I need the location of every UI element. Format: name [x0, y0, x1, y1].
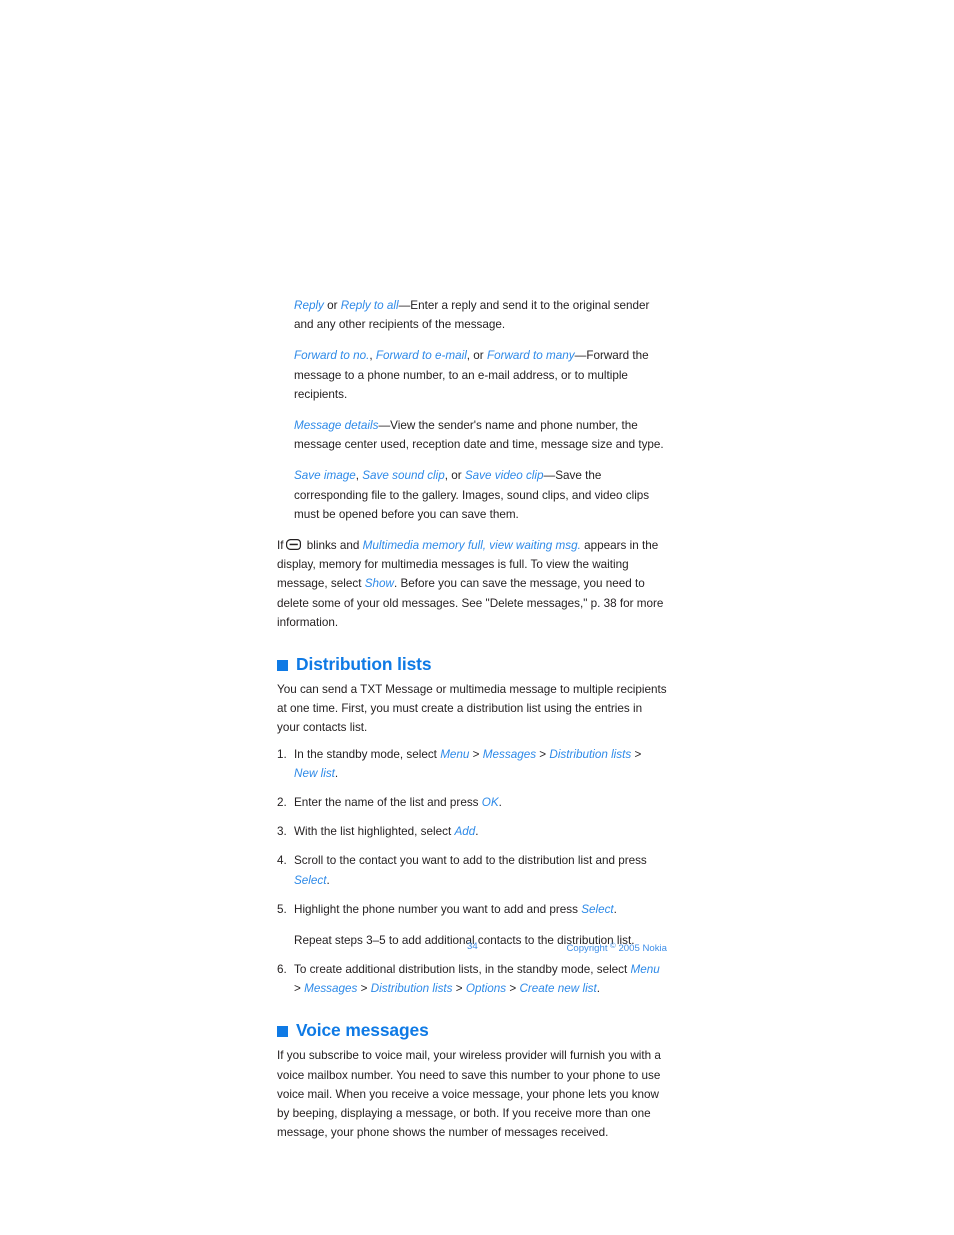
square-bullet-icon [277, 1025, 288, 1037]
ui-term-forward-to-email: Forward to e-mail [375, 349, 467, 363]
distribution-lists-steps-continued: 6. To create additional distribution list… [277, 960, 667, 998]
ui-term-new-list: New list [294, 766, 335, 780]
step-item: 6. To create additional distribution list… [277, 960, 667, 998]
static-text: > [631, 747, 642, 761]
static-text: > [294, 982, 305, 996]
ui-term-distribution-lists: Distribution lists [370, 982, 453, 996]
note-after-icon-text: blinks and [306, 539, 360, 553]
step-number: 3. [277, 825, 287, 839]
ui-term-message-details: Message details [294, 419, 379, 433]
static-text: > [357, 982, 371, 996]
ui-term-show: Show [364, 577, 394, 591]
step-number: 6. [277, 962, 287, 976]
copyright-symbol: © [610, 941, 616, 950]
ui-term-distribution-lists: Distribution lists [549, 747, 632, 761]
ui-term-save-video-clip: Save video clip [464, 469, 544, 483]
step-item: 5. Highlight the phone number you want to… [277, 900, 667, 919]
section-heading-distribution-lists: Distribution lists [277, 654, 667, 674]
step-text: Scroll to the contact you want to add to… [294, 854, 647, 868]
ui-term-save-sound-clip: Save sound clip [362, 469, 445, 483]
step-suffix: . [596, 982, 601, 996]
step-suffix: . [475, 825, 479, 839]
square-bullet-icon [277, 659, 288, 671]
step-suffix: . [498, 796, 502, 810]
copyright-prefix: Copyright [566, 943, 608, 954]
step-number: 5. [277, 902, 287, 916]
ui-term-forward-to-no: Forward to no. [294, 349, 370, 363]
step-suffix: . [326, 873, 330, 887]
step-text: Enter the name of the list and press [294, 796, 482, 810]
static-text: , or [444, 469, 465, 483]
step-text: Highlight the phone number you want to a… [294, 902, 582, 916]
page-number: 34 [467, 941, 478, 952]
memory-full-note: If blinks and Multimedia memory full, vi… [277, 536, 667, 632]
ui-term-add: Add [454, 825, 476, 839]
static-text: > [506, 982, 520, 996]
option-paragraph-message-details: Message details—View the sender's name a… [294, 416, 667, 454]
step-number: 2. [277, 796, 287, 810]
ui-term-menu: Menu [440, 747, 470, 761]
ui-term-options: Options [465, 982, 507, 996]
ui-term-ok: OK [481, 796, 499, 810]
section-heading-voice-messages: Voice messages [277, 1020, 667, 1040]
ui-term-select: Select [294, 873, 327, 887]
copyright-notice: Copyright © 2005 Nokia [566, 941, 667, 954]
ui-term-forward-to-many: Forward to many [486, 349, 575, 363]
ui-term-reply-to-all: Reply to all [340, 299, 399, 312]
step-suffix: . [334, 766, 339, 780]
note-lead-text: If [277, 539, 284, 553]
step-item: 2. Enter the name of the list and press O… [277, 793, 667, 812]
step-item: 4. Scroll to the contact you want to add … [277, 851, 667, 889]
step-number: 4. [277, 854, 287, 868]
step-text: In the standby mode, select [294, 747, 441, 761]
step-item: 1. In the standby mode, select Menu > Mes… [277, 745, 667, 783]
option-paragraph-forward: Forward to no., Forward to e-mail, or Fo… [294, 346, 667, 404]
static-text: > [452, 982, 466, 996]
step-number: 1. [277, 747, 287, 761]
ui-term-save-image: Save image [294, 469, 356, 483]
document-page: Reply or Reply to all—Enter a reply and … [277, 296, 667, 1156]
voice-messages-body: If you subscribe to voice mail, your wir… [277, 1049, 661, 1140]
ui-term-messages: Messages [304, 982, 358, 996]
step-text: To create additional distribution lists,… [294, 962, 631, 976]
heading-label: Voice messages [296, 1020, 429, 1041]
static-text: , or [466, 349, 487, 363]
option-paragraph-save: Save image, Save sound clip, or Save vid… [294, 466, 667, 524]
distribution-lists-intro: You can send a TXT Message or multimedia… [277, 683, 667, 735]
ui-term-reply: Reply [294, 299, 324, 312]
ui-term-select: Select [581, 902, 614, 916]
message-envelope-icon [285, 537, 301, 551]
ui-term-messages: Messages [482, 747, 537, 761]
step-suffix: . [613, 902, 617, 916]
option-paragraph-reply: Reply or Reply to all—Enter a reply and … [294, 296, 667, 334]
static-text: or [323, 299, 341, 312]
static-text: > [469, 747, 483, 761]
distribution-lists-steps: 1. In the standby mode, select Menu > Mes… [277, 745, 667, 919]
ui-term-create-new-list: Create new list [519, 982, 597, 996]
static-text: > [536, 747, 550, 761]
step-text: With the list highlighted, select [294, 825, 455, 839]
ui-term-menu: Menu [630, 962, 660, 976]
copyright-suffix: 2005 Nokia [618, 943, 667, 954]
ui-term-multimedia-memory-full: Multimedia memory full, view waiting msg… [362, 539, 581, 553]
step-item: 3. With the list highlighted, select Add. [277, 822, 667, 841]
heading-label: Distribution lists [296, 654, 432, 675]
page-footer: 34 Copyright © 2005 Nokia [277, 941, 667, 957]
